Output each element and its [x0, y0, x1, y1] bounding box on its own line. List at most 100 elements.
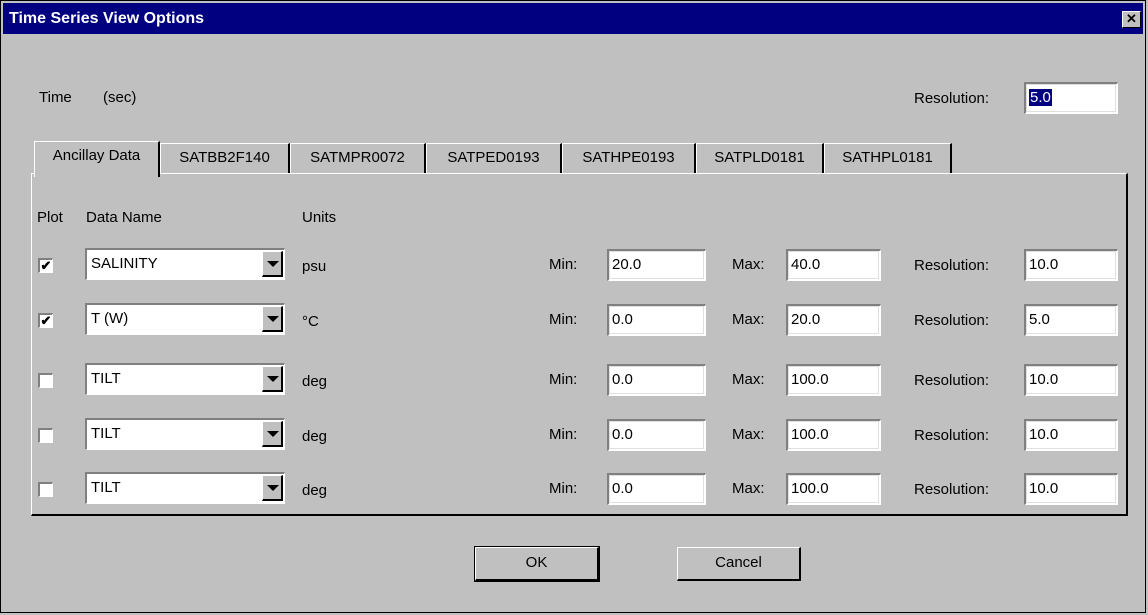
- plot-checkbox[interactable]: [38, 428, 53, 443]
- min-label: Min:: [549, 256, 578, 273]
- top-resolution-input[interactable]: 5.0: [1024, 82, 1118, 114]
- window-title: Time Series View Options: [9, 10, 205, 27]
- dropdown-button[interactable]: [262, 251, 283, 277]
- max-value: 20.0: [791, 311, 821, 328]
- time-label: Time: [39, 89, 72, 106]
- checkmark-icon: ✔: [40, 258, 52, 273]
- units-value: deg: [302, 428, 328, 445]
- resolution-value: 10.0: [1029, 426, 1059, 443]
- min-input[interactable]: 0.0: [607, 364, 706, 396]
- title-bar: Time Series View Options ✕: [3, 3, 1143, 34]
- resolution-input[interactable]: 10.0: [1024, 249, 1118, 281]
- resolution-input[interactable]: 10.0: [1024, 364, 1118, 396]
- dropdown-button[interactable]: [262, 306, 283, 332]
- min-value: 0.0: [612, 426, 633, 443]
- tab-satbb2f140[interactable]: SATBB2F140: [160, 143, 290, 173]
- units-value: psu: [302, 258, 327, 275]
- max-value: 40.0: [791, 256, 821, 273]
- tab-label: SATHPL0181: [842, 149, 933, 166]
- max-label: Max:: [732, 480, 765, 497]
- resolution-label: Resolution:: [914, 257, 990, 274]
- data-name-value: TILT: [91, 370, 121, 387]
- units-column-header: Units: [302, 209, 337, 226]
- max-input[interactable]: 40.0: [786, 249, 881, 281]
- data-name-select[interactable]: SALINITY: [85, 248, 285, 280]
- max-input[interactable]: 20.0: [786, 304, 881, 336]
- max-input[interactable]: 100.0: [786, 473, 881, 505]
- ok-button-label: OK: [525, 554, 548, 571]
- max-input[interactable]: 100.0: [786, 364, 881, 396]
- close-button[interactable]: ✕: [1122, 11, 1141, 28]
- tab-ancillary-data[interactable]: Ancillay Data: [34, 141, 160, 177]
- chevron-down-icon: [267, 376, 279, 382]
- min-input[interactable]: 0.0: [607, 419, 706, 451]
- max-value: 100.0: [791, 480, 829, 497]
- min-label: Min:: [549, 311, 578, 328]
- resolution-value: 5.0: [1029, 311, 1050, 328]
- tab-label: SATPLD0181: [714, 149, 805, 166]
- resolution-label: Resolution:: [914, 372, 990, 389]
- min-label: Min:: [549, 371, 578, 388]
- tab-satpld0181[interactable]: SATPLD0181: [696, 143, 824, 173]
- data-name-value: SALINITY: [91, 255, 158, 272]
- plot-checkbox[interactable]: ✔: [38, 313, 53, 328]
- time-unit-label: (sec): [103, 89, 137, 106]
- min-input[interactable]: 20.0: [607, 249, 706, 281]
- chevron-down-icon: [267, 261, 279, 267]
- min-label: Min:: [549, 480, 578, 497]
- dropdown-button[interactable]: [262, 421, 283, 447]
- tab-sathpe0193[interactable]: SATHPE0193: [562, 143, 696, 173]
- data-name-column-header: Data Name: [86, 209, 162, 226]
- max-label: Max:: [732, 371, 765, 388]
- tab-label: SATMPR0072: [310, 149, 405, 166]
- min-value: 0.0: [612, 371, 633, 388]
- dialog-window: Time Series View Options ✕ Time (sec) Re…: [0, 0, 1146, 613]
- tab-satmpr0072[interactable]: SATMPR0072: [290, 143, 426, 173]
- max-label: Max:: [732, 311, 765, 328]
- max-input[interactable]: 100.0: [786, 419, 881, 451]
- min-value: 20.0: [612, 256, 642, 273]
- tab-satped0193[interactable]: SATPED0193: [426, 143, 562, 173]
- tab-label: SATPED0193: [447, 149, 540, 166]
- min-input[interactable]: 0.0: [607, 304, 706, 336]
- cancel-button[interactable]: Cancel: [677, 547, 801, 581]
- data-name-value: TILT: [91, 479, 121, 496]
- close-icon: ✕: [1126, 11, 1137, 26]
- data-name-select[interactable]: TILT: [85, 363, 285, 395]
- tab-label: Ancillay Data: [52, 147, 141, 164]
- plot-checkbox[interactable]: ✔: [38, 258, 53, 273]
- plot-checkbox[interactable]: [38, 373, 53, 388]
- top-resolution-value: 5.0: [1029, 89, 1052, 106]
- plot-checkbox[interactable]: [38, 482, 53, 497]
- resolution-input[interactable]: 10.0: [1024, 473, 1118, 505]
- resolution-input[interactable]: 5.0: [1024, 304, 1118, 336]
- data-name-value: T (W): [91, 310, 129, 327]
- tab-sathpl0181[interactable]: SATHPL0181: [824, 143, 952, 173]
- data-name-select[interactable]: TILT: [85, 418, 285, 450]
- tab-panel: [31, 173, 1128, 516]
- resolution-input[interactable]: 10.0: [1024, 419, 1118, 451]
- ok-button[interactable]: OK: [474, 546, 600, 582]
- resolution-value: 10.0: [1029, 256, 1059, 273]
- resolution-value: 10.0: [1029, 371, 1059, 388]
- max-value: 100.0: [791, 371, 829, 388]
- chevron-down-icon: [267, 316, 279, 322]
- resolution-label: Resolution:: [914, 427, 990, 444]
- resolution-value: 10.0: [1029, 480, 1059, 497]
- min-input[interactable]: 0.0: [607, 473, 706, 505]
- data-name-select[interactable]: TILT: [85, 472, 285, 504]
- dropdown-button[interactable]: [262, 475, 283, 501]
- chevron-down-icon: [267, 431, 279, 437]
- resolution-label: Resolution:: [914, 481, 990, 498]
- dropdown-button[interactable]: [262, 366, 283, 392]
- checkmark-icon: ✔: [40, 313, 52, 328]
- tab-label: SATBB2F140: [179, 149, 270, 166]
- min-value: 0.0: [612, 311, 633, 328]
- min-label: Min:: [549, 426, 578, 443]
- top-resolution-label: Resolution:: [914, 90, 990, 107]
- units-value: °C: [302, 313, 319, 330]
- max-label: Max:: [732, 256, 765, 273]
- max-value: 100.0: [791, 426, 829, 443]
- data-name-select[interactable]: T (W): [85, 303, 285, 335]
- min-value: 0.0: [612, 480, 633, 497]
